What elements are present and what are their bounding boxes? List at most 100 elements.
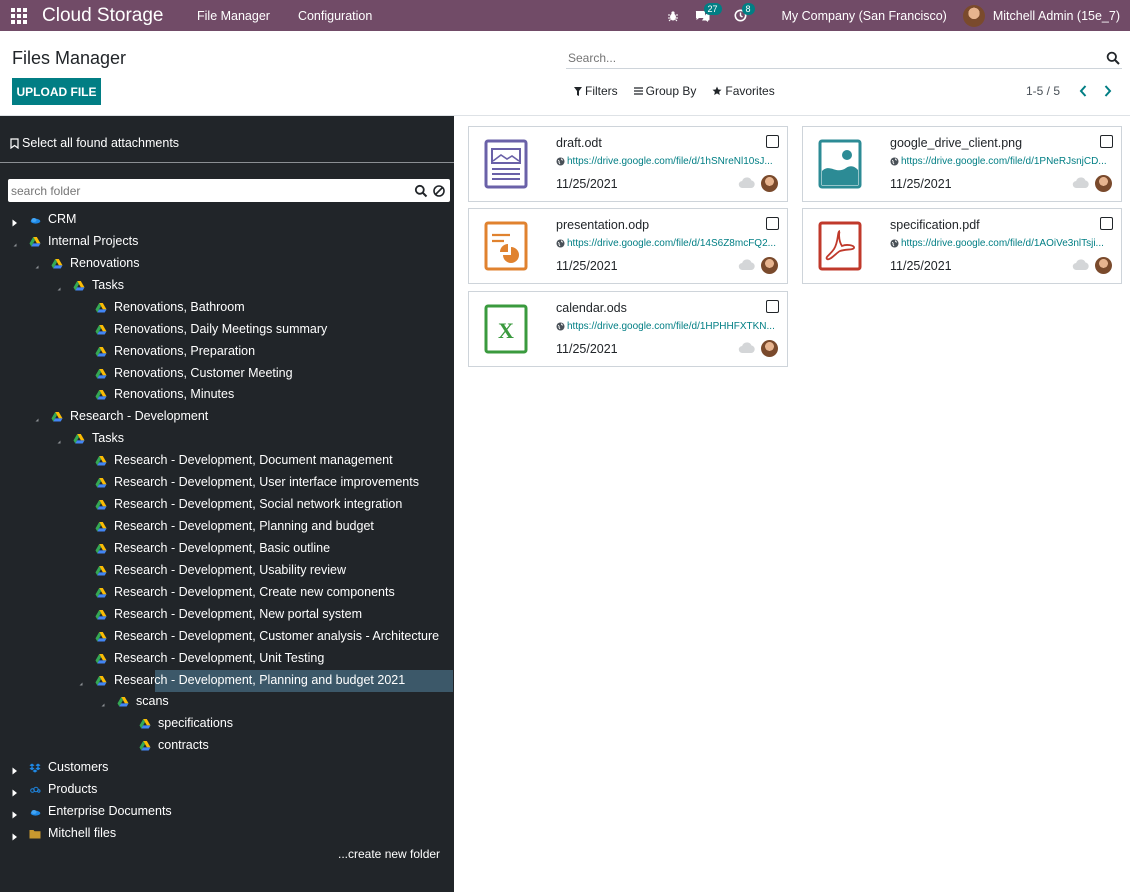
file-select-checkbox[interactable] bbox=[766, 217, 779, 230]
tree-item[interactable]: Research - Development, User interface i… bbox=[0, 472, 454, 494]
cloud-icon bbox=[1072, 177, 1089, 189]
tree-item[interactable]: Renovations, Preparation bbox=[0, 341, 454, 363]
caret-down-icon[interactable] bbox=[33, 260, 41, 269]
tree-item[interactable]: Research - Development, Create new compo… bbox=[0, 582, 454, 604]
spreadsheet-file-icon: X bbox=[484, 304, 528, 354]
favorites-toggle[interactable]: Favorites bbox=[712, 84, 775, 98]
file-select-checkbox[interactable] bbox=[766, 300, 779, 313]
tree-item[interactable]: Mitchell files bbox=[0, 823, 454, 845]
caret-right-icon[interactable] bbox=[11, 216, 19, 227]
tree-item[interactable]: Research - Development, Planning and bud… bbox=[0, 516, 454, 538]
caret-down-icon[interactable] bbox=[55, 435, 63, 444]
caret-right-icon[interactable] bbox=[11, 786, 19, 797]
pager-previous-button[interactable] bbox=[1075, 82, 1091, 100]
caret-down-icon[interactable] bbox=[11, 238, 19, 247]
file-url-link[interactable]: https://drive.google.com/file/d/1HPHHFXT… bbox=[556, 321, 780, 332]
select-all-attachments[interactable]: Select all found attachments bbox=[10, 136, 179, 150]
tree-item[interactable]: Research - Development bbox=[0, 406, 454, 428]
tree-item-label: contracts bbox=[158, 738, 209, 753]
file-date: 11/25/2021 bbox=[890, 177, 952, 191]
owner-avatar bbox=[761, 340, 778, 357]
tree-item[interactable]: Research - Development, Usability review bbox=[0, 560, 454, 582]
user-menu[interactable]: Mitchell Admin (15e_7) bbox=[962, 4, 1130, 27]
file-card[interactable]: google_drive_client.png https://drive.goo… bbox=[802, 126, 1122, 202]
activities-clock-icon[interactable]: 8 bbox=[730, 0, 755, 31]
caret-right-icon[interactable] bbox=[11, 808, 19, 819]
google-drive-icon bbox=[95, 477, 107, 489]
tree-item-label: Tasks bbox=[92, 277, 124, 292]
upload-file-button[interactable]: UPLOAD FILE bbox=[12, 78, 101, 105]
file-url-link[interactable]: https://drive.google.com/file/d/1PNeRJsn… bbox=[890, 156, 1114, 167]
tree-item[interactable]: Tasks bbox=[0, 275, 454, 297]
file-url-link[interactable]: https://drive.google.com/file/d/1AOiVe3n… bbox=[890, 238, 1114, 249]
pager-value[interactable]: 1-5 / 5 bbox=[1026, 84, 1060, 98]
tree-item[interactable]: Renovations, Daily Meetings summary bbox=[0, 319, 454, 341]
pdf-file-icon bbox=[818, 221, 862, 271]
file-url-link[interactable]: https://drive.google.com/file/d/14S6Z8mc… bbox=[556, 238, 780, 249]
search-icon[interactable] bbox=[414, 184, 428, 198]
tree-item[interactable]: Customers bbox=[0, 757, 454, 779]
file-card[interactable]: draft.odt https://drive.google.com/file/d… bbox=[468, 126, 788, 202]
file-url: https://drive.google.com/file/d/1PNeRJsn… bbox=[901, 156, 1107, 167]
tree-item[interactable]: Research - Development, Social network i… bbox=[0, 494, 454, 516]
tree-item[interactable]: Tasks bbox=[0, 428, 454, 450]
google-drive-icon bbox=[95, 324, 107, 336]
tree-item[interactable]: Research - Development, Customer analysi… bbox=[0, 626, 454, 648]
tree-item[interactable]: Products bbox=[0, 779, 454, 801]
search-input[interactable] bbox=[566, 50, 1106, 65]
messages-icon[interactable]: 27 bbox=[692, 0, 722, 31]
google-drive-icon bbox=[95, 521, 107, 533]
file-select-checkbox[interactable] bbox=[1100, 217, 1113, 230]
pager-next-button[interactable] bbox=[1100, 82, 1116, 100]
google-drive-icon bbox=[29, 236, 41, 248]
image-file-icon bbox=[818, 139, 862, 189]
tree-item[interactable]: scans bbox=[0, 691, 454, 713]
company-switcher[interactable]: My Company (San Francisco) bbox=[756, 9, 963, 23]
tree-item[interactable]: Research - Development, Planning and bud… bbox=[0, 669, 454, 692]
tree-item[interactable]: Research - Development, Document managem… bbox=[0, 450, 454, 472]
filter-icon bbox=[574, 86, 582, 96]
file-select-checkbox[interactable] bbox=[1100, 135, 1113, 148]
tree-item[interactable]: specifications bbox=[0, 713, 454, 735]
tree-item-label: Research - Development, Usability review bbox=[114, 562, 347, 577]
create-new-folder-link[interactable]: ...create new folder bbox=[338, 847, 440, 861]
filters-toggle[interactable]: Filters bbox=[574, 84, 618, 98]
clear-ban-icon[interactable] bbox=[432, 184, 446, 198]
tree-item-label: Mitchell files bbox=[48, 826, 117, 841]
tree-item[interactable]: CRM bbox=[0, 209, 454, 231]
file-name: calendar.ods bbox=[556, 301, 627, 315]
cloud-icon bbox=[1072, 259, 1089, 271]
caret-down-icon[interactable] bbox=[33, 413, 41, 422]
tree-item[interactable]: Internal Projects bbox=[0, 231, 454, 253]
file-card[interactable]: presentation.odp https://drive.google.com… bbox=[468, 208, 788, 284]
tree-item[interactable]: Research - Development, Basic outline bbox=[0, 538, 454, 560]
caret-down-icon[interactable] bbox=[99, 698, 107, 707]
folder-search-input[interactable] bbox=[8, 183, 414, 198]
star-icon bbox=[712, 86, 722, 95]
file-url-link[interactable]: https://drive.google.com/file/d/1hSNreNl… bbox=[556, 156, 780, 167]
onedrive-icon bbox=[29, 806, 41, 818]
groupby-toggle[interactable]: Group By bbox=[633, 84, 696, 98]
tree-item-label: Customers bbox=[48, 760, 109, 775]
caret-right-icon[interactable] bbox=[11, 764, 19, 775]
file-date: 11/25/2021 bbox=[556, 342, 618, 356]
search-icon[interactable] bbox=[1106, 51, 1120, 65]
tree-item[interactable]: Research - Development, Unit Testing bbox=[0, 648, 454, 670]
file-card[interactable]: Xcalendar.ods https://drive.google.com/fi… bbox=[468, 291, 788, 367]
caret-down-icon[interactable] bbox=[55, 282, 63, 291]
caret-right-icon[interactable] bbox=[11, 830, 19, 841]
menu-file-manager[interactable]: File Manager bbox=[183, 9, 284, 23]
tree-item[interactable]: Enterprise Documents bbox=[0, 801, 454, 823]
tree-item[interactable]: Renovations, Customer Meeting bbox=[0, 363, 454, 385]
apps-menu-icon[interactable] bbox=[0, 0, 38, 31]
caret-down-icon[interactable] bbox=[77, 677, 85, 686]
tree-item[interactable]: Renovations, Minutes bbox=[0, 384, 454, 406]
tree-item[interactable]: Research - Development, New portal syste… bbox=[0, 604, 454, 626]
tree-item[interactable]: Renovations, Bathroom bbox=[0, 297, 454, 319]
debug-bug-icon[interactable] bbox=[662, 0, 684, 31]
file-card[interactable]: specification.pdf https://drive.google.co… bbox=[802, 208, 1122, 284]
tree-item[interactable]: Renovations bbox=[0, 253, 454, 275]
file-select-checkbox[interactable] bbox=[766, 135, 779, 148]
menu-configuration[interactable]: Configuration bbox=[284, 9, 386, 23]
tree-item[interactable]: contracts bbox=[0, 735, 454, 757]
